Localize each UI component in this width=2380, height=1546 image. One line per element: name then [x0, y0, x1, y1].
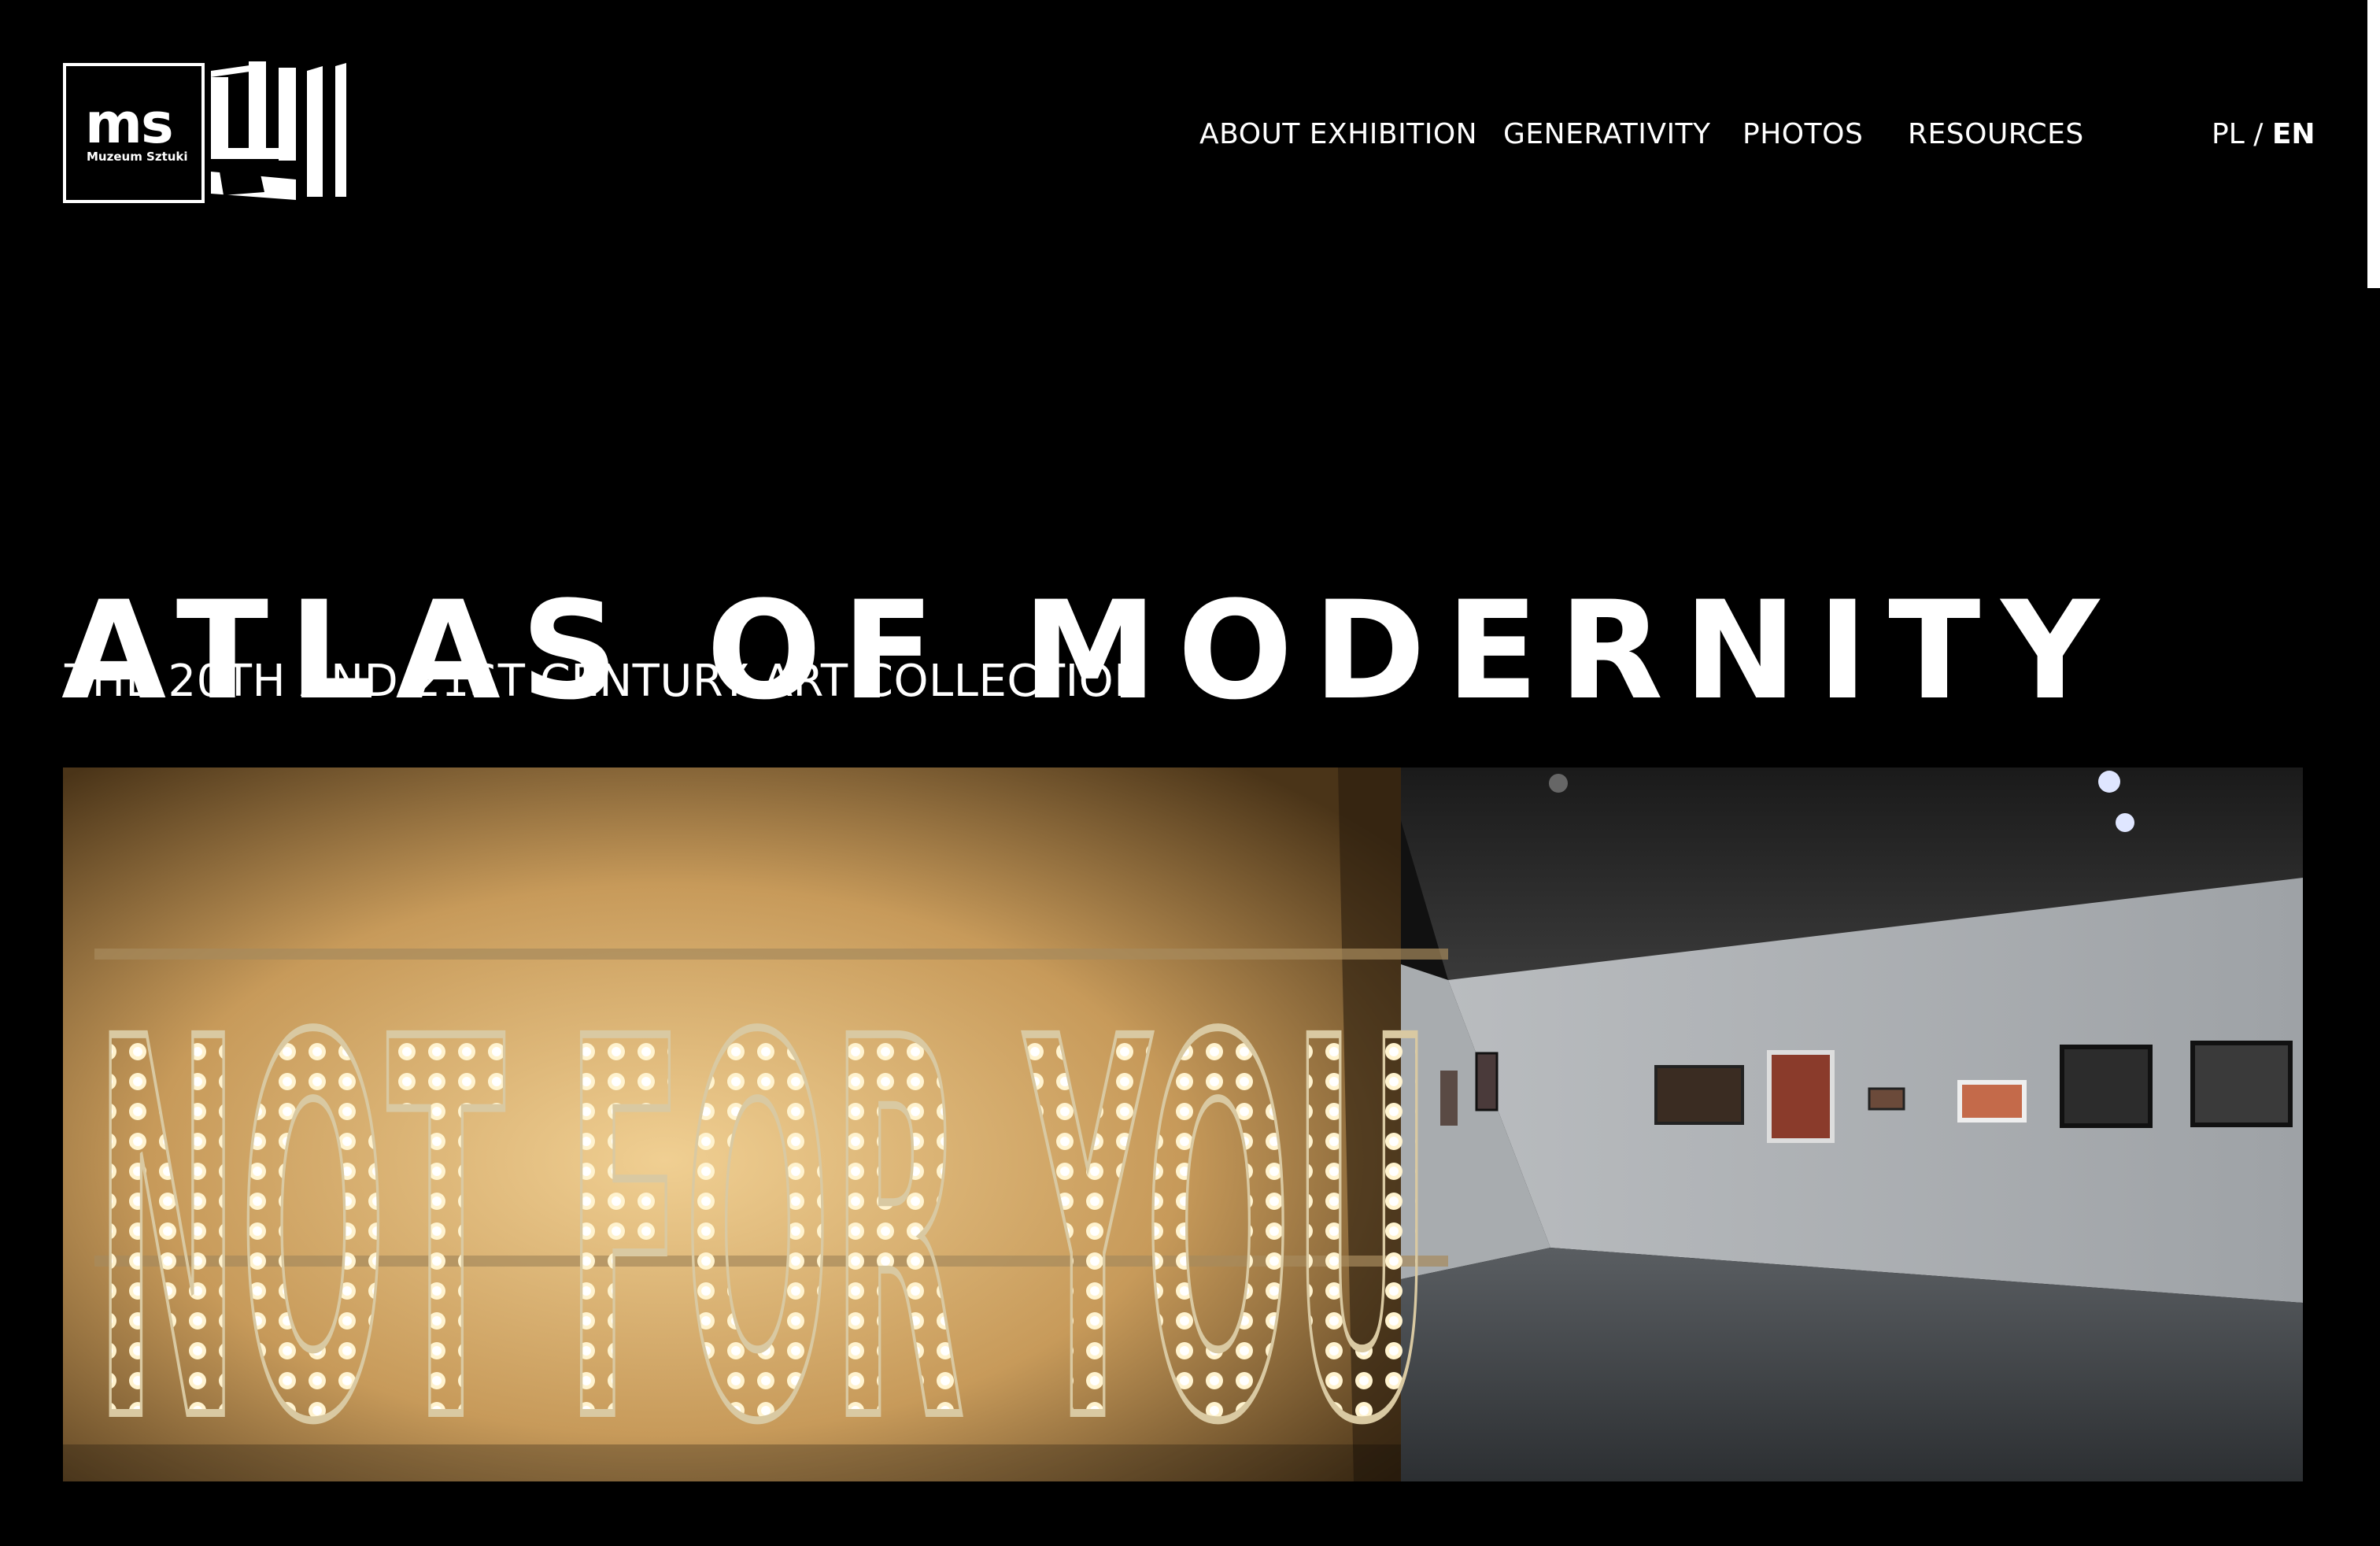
page: ms Muzeum Sztuki ABOUT EXHIBITION GENERA…	[0, 0, 2380, 1546]
gallery-photo: NOT FOR YOU	[63, 767, 2303, 1481]
site-header: ms Muzeum Sztuki ABOUT EXHIBITION GENERA…	[0, 0, 2380, 288]
lang-en[interactable]: EN	[2272, 118, 2315, 150]
nav-about-exhibition[interactable]: ABOUT EXHIBITION	[1199, 117, 1477, 153]
logo-box: ms Muzeum Sztuki	[63, 63, 205, 203]
lang-separator: /	[2253, 118, 2264, 150]
lang-pl[interactable]: PL	[2212, 118, 2245, 150]
nav-photos[interactable]: PHOTOS	[1743, 117, 1863, 153]
scrollbar-thumb[interactable]	[2367, 0, 2380, 288]
nav-resources[interactable]: RESOURCES	[1908, 117, 2084, 153]
logo-mark-icon	[211, 61, 346, 200]
page-subtitle: THE 20TH AND 21ST CENTURY ART COLLECTION	[65, 656, 1148, 707]
logo-subtext: Muzeum Sztuki	[87, 150, 188, 164]
language-switcher: PL / EN	[2212, 117, 2315, 153]
nav-generativity[interactable]: GENERATIVITY	[1503, 117, 1711, 153]
museum-logo[interactable]: ms Muzeum Sztuki	[63, 61, 362, 203]
logo-ms-text: ms	[85, 91, 174, 156]
hero-image: NOT FOR YOU	[63, 767, 2303, 1481]
neon-sign-text: NOT FOR YOU	[94, 930, 1432, 1481]
